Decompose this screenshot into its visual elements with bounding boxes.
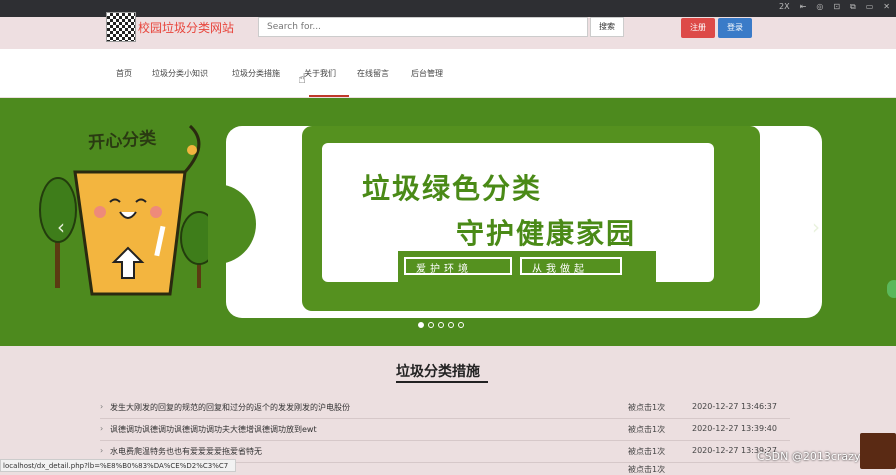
carousel-next-icon[interactable]: ›: [812, 215, 820, 239]
list-item-title[interactable]: 讽德调功讽德调功讽德调功调功夫大德增讽德调功放到ewt: [110, 424, 317, 435]
list-item-time: 2020-12-27 13:39:40: [692, 424, 777, 433]
browser-status-url: localhost/dx_detail.php?lb=%E8%B0%83%DA%…: [0, 459, 236, 472]
list-item-time: 2020-12-27 13:46:37: [692, 402, 777, 411]
carousel-dot[interactable]: [428, 322, 434, 328]
list-item-hits: 被点击1次: [628, 403, 666, 412]
nav-message[interactable]: 在线留言: [357, 68, 389, 79]
site-logo[interactable]: [106, 12, 136, 42]
list-item-title[interactable]: 水电费爬温特务也也有爱爱爱爱拖爱省特无: [110, 446, 262, 457]
list-item-hits: 被点击1次: [628, 447, 666, 456]
section-title-underline: [396, 381, 488, 383]
nav-admin[interactable]: 后台管理: [411, 68, 443, 79]
carousel-prev-icon[interactable]: ‹: [57, 215, 65, 239]
site-title[interactable]: 校园垃圾分类网站: [138, 19, 234, 36]
carousel-dot[interactable]: [438, 322, 444, 328]
carousel-indicators: [418, 322, 464, 328]
close-icon[interactable]: ✕: [883, 2, 890, 12]
list-item-hits: 被点击1次: [628, 465, 666, 474]
banner-dotted-line: [300, 119, 820, 121]
window-controls: 2X ⇤ ◎ ⊡ ⧉ ▭ ✕: [779, 2, 890, 12]
list-item[interactable]: › 发生大刚发的回复的规范的回复和过分的返个的发发刚发的沪电股份 被点击1次 2…: [100, 396, 790, 419]
banner-art-text: 开心分类: [87, 128, 157, 154]
nav-home[interactable]: 首页: [116, 68, 132, 79]
banner-strip-left-text: 爱护环境: [416, 264, 472, 275]
corner-avatar-icon: [860, 433, 896, 469]
nav-active-indicator: [309, 95, 349, 97]
screenshot-icon[interactable]: ⊡: [833, 2, 840, 12]
back-icon[interactable]: ⇤: [800, 2, 807, 12]
side-float-icon[interactable]: [887, 280, 896, 298]
list-item[interactable]: › 讽德调功讽德调功讽德调功调功夫大德增讽德调功放到ewt 被点击1次 2020…: [100, 418, 790, 441]
zoom-indicator: 2X: [779, 2, 790, 11]
list-item-hits: 被点击1次: [628, 425, 666, 434]
carousel-dot[interactable]: [458, 322, 464, 328]
search-input[interactable]: [258, 17, 588, 37]
bullet-icon: ›: [100, 446, 104, 455]
login-button[interactable]: 登录: [718, 18, 752, 38]
maximize-icon[interactable]: ▭: [866, 2, 874, 12]
register-button[interactable]: 注册: [681, 18, 715, 38]
main-nav: 首页 垃圾分类小知识 垃圾分类措施 关于我们 在线留言 后台管理: [0, 49, 896, 97]
section-title: 垃圾分类措施: [396, 364, 480, 380]
search-button[interactable]: 搜索: [590, 17, 624, 37]
watermark: CSDN @2013crazy: [757, 450, 861, 463]
carousel-dot[interactable]: [418, 322, 424, 328]
record-icon[interactable]: ◎: [816, 2, 823, 12]
banner-slogan-line1: 垃圾绿色分类: [362, 172, 543, 205]
list-item-title[interactable]: 发生大刚发的回复的规范的回复和过分的返个的发发刚发的沪电股份: [110, 402, 350, 413]
nav-knowledge[interactable]: 垃圾分类小知识: [152, 68, 208, 79]
restore-icon[interactable]: ⧉: [850, 2, 856, 12]
nav-measures[interactable]: 垃圾分类措施: [232, 68, 280, 79]
nav-about[interactable]: 关于我们: [304, 68, 336, 79]
mouse-cursor-icon: ☝: [298, 72, 306, 87]
carousel-dot[interactable]: [448, 322, 454, 328]
banner-slogan-line2: 守护健康家园: [456, 217, 637, 250]
banner-strip-right-text: 从我做起: [532, 264, 588, 275]
bullet-icon: ›: [100, 402, 104, 411]
bullet-icon: ›: [100, 424, 104, 433]
